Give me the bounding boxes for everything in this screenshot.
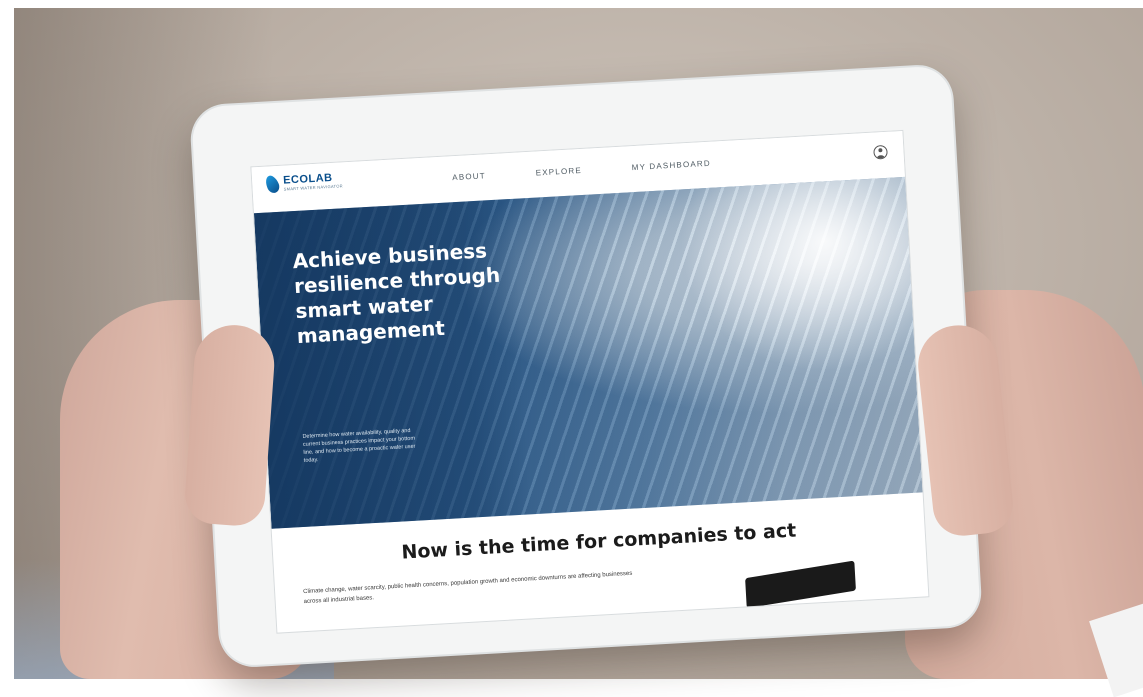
user-account-icon[interactable] <box>873 144 888 160</box>
nav-link-about[interactable]: ABOUT <box>452 171 486 182</box>
tablet-device: ECOLAB SMART WATER NAVIGATOR ABOUT EXPLO… <box>190 65 982 667</box>
main-nav: ABOUT EXPLORE MY DASHBOARD <box>452 159 711 182</box>
logo-subtitle: SMART WATER NAVIGATOR <box>283 183 343 192</box>
tablet-screen: ECOLAB SMART WATER NAVIGATOR ABOUT EXPLO… <box>250 129 930 634</box>
nav-link-my-dashboard[interactable]: MY DASHBOARD <box>632 159 712 172</box>
hero-description: Determine how water availability, qualit… <box>302 427 416 464</box>
water-spray-image <box>665 176 923 390</box>
nav-link-explore[interactable]: EXPLORE <box>535 166 582 178</box>
brand-logo[interactable]: ECOLAB SMART WATER NAVIGATOR <box>263 171 343 195</box>
section-paragraph: Climate change, water scarcity, public h… <box>303 570 633 606</box>
water-drop-logo-icon <box>263 173 282 195</box>
device-image-edge <box>745 560 856 609</box>
hero-title: Achieve business resilience through smar… <box>292 238 501 349</box>
hero-banner: Achieve business resilience through smar… <box>253 176 923 529</box>
left-thumb <box>183 322 277 528</box>
